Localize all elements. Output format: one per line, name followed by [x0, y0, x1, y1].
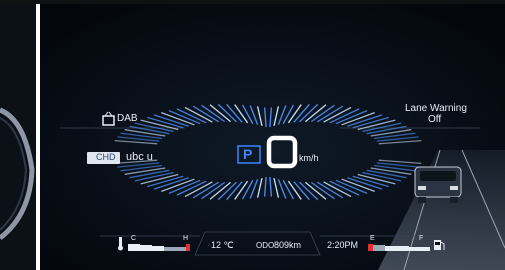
speed-unit: km/h [299, 153, 319, 163]
lane-warning-title: Lane Warning [405, 103, 467, 114]
left-side-panel [0, 4, 36, 270]
odo-label: ODO [256, 241, 275, 250]
temp-cold-label: C [131, 235, 137, 242]
dab-label: DAB [117, 113, 138, 124]
channel-badge: CHD [96, 152, 116, 162]
temp-hot-label: H [183, 235, 189, 242]
top-band [0, 0, 505, 4]
instrument-cluster [0, 0, 505, 270]
odo-value: 809km [274, 240, 302, 250]
clock: 2:20PM [327, 240, 359, 250]
gear-letter: P [243, 146, 253, 162]
fuel-empty-label: E [370, 235, 375, 242]
fuel-full-label: F [419, 235, 424, 242]
lane-warning-state: Off [428, 114, 442, 125]
outside-temp: 12 ℃ [211, 240, 234, 250]
channel-name: ubc u [126, 151, 153, 163]
